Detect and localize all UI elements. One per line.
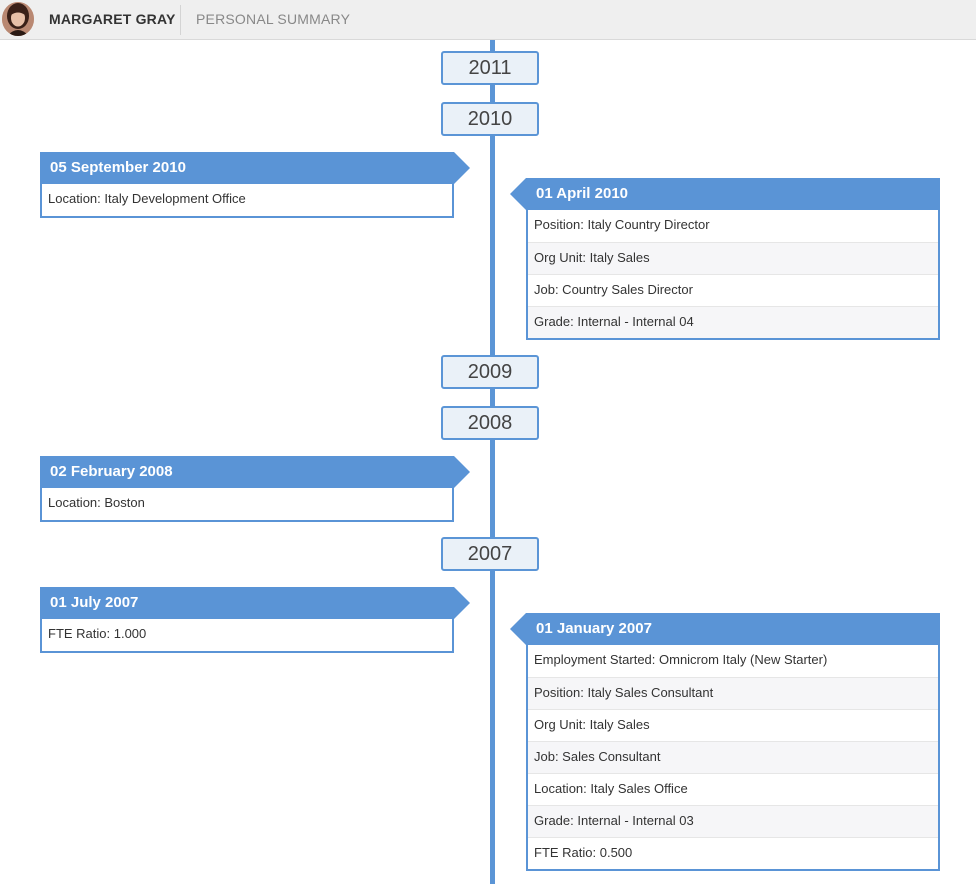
event-details: Location: Italy Development Office: [40, 184, 454, 218]
event-details: FTE Ratio: 1.000: [40, 619, 454, 653]
event-date: 01 April 2010: [510, 178, 940, 210]
event-detail-row: FTE Ratio: 0.500: [528, 837, 938, 869]
timeline-axis: [490, 40, 495, 884]
event-details: Location: Boston: [40, 488, 454, 522]
event-date: 01 July 2007: [40, 587, 470, 619]
user-name: MARGARET GRAY: [49, 11, 176, 27]
event-detail-row: Grade: Internal - Internal 04: [528, 306, 938, 338]
event-detail-row: Location: Italy Sales Office: [528, 773, 938, 805]
event-details: Position: Italy Country Director Org Uni…: [526, 210, 940, 340]
year-marker-2009[interactable]: 2009: [441, 355, 539, 389]
event-detail-row: FTE Ratio: 1.000: [48, 626, 147, 641]
event-details: Employment Started: Omnicrom Italy (New …: [526, 645, 940, 871]
top-bar: MARGARET GRAY PERSONAL SUMMARY: [0, 0, 976, 40]
event-date: 01 January 2007: [510, 613, 940, 645]
event-date: 05 September 2010: [40, 152, 470, 184]
year-marker-2007[interactable]: 2007: [441, 537, 539, 571]
event-detail-row: Location: Boston: [48, 495, 145, 510]
header-divider: [180, 5, 181, 35]
tab-personal-summary[interactable]: PERSONAL SUMMARY: [196, 11, 350, 27]
event-card[interactable]: 05 September 2010 Location: Italy Develo…: [40, 152, 470, 218]
event-detail-row: Org Unit: Italy Sales: [528, 709, 938, 741]
event-detail-row: Grade: Internal - Internal 03: [528, 805, 938, 837]
avatar-photo-icon: [2, 2, 34, 36]
event-detail-row: Location: Italy Development Office: [48, 191, 246, 206]
event-card[interactable]: 01 January 2007 Employment Started: Omni…: [510, 613, 940, 871]
year-marker-2008[interactable]: 2008: [441, 406, 539, 440]
event-detail-row: Employment Started: Omnicrom Italy (New …: [534, 652, 828, 667]
event-detail-row: Position: Italy Sales Consultant: [528, 677, 938, 709]
year-marker-2010[interactable]: 2010: [441, 102, 539, 136]
event-date: 02 February 2008: [40, 456, 470, 488]
event-detail-row: Job: Sales Consultant: [528, 741, 938, 773]
event-card[interactable]: 01 July 2007 FTE Ratio: 1.000: [40, 587, 470, 653]
event-detail-row: Job: Country Sales Director: [528, 274, 938, 306]
event-card[interactable]: 02 February 2008 Location: Boston: [40, 456, 470, 522]
event-detail-row: Position: Italy Country Director: [534, 217, 710, 232]
year-marker-2011[interactable]: 2011: [441, 51, 539, 85]
event-detail-row: Org Unit: Italy Sales: [528, 242, 938, 274]
user-avatar[interactable]: [2, 2, 34, 36]
event-card[interactable]: 01 April 2010 Position: Italy Country Di…: [510, 178, 940, 340]
